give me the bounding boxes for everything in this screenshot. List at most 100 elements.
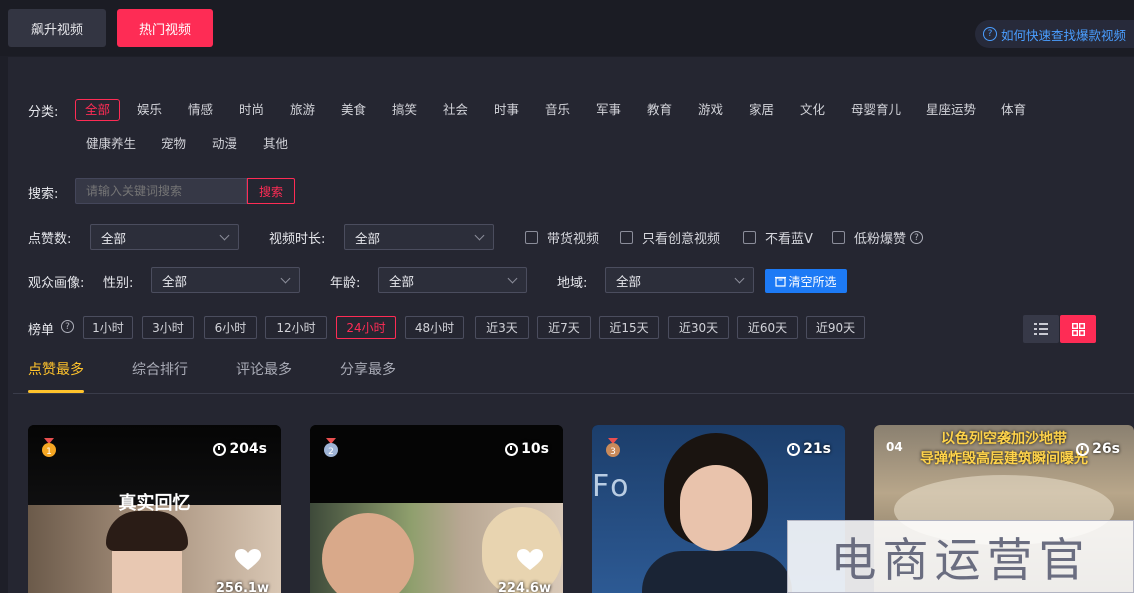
likes-select[interactable]: 全部 (90, 224, 239, 250)
age-select-value: 全部 (389, 273, 415, 289)
hair-shape (106, 511, 188, 551)
grid-view-button[interactable] (1060, 315, 1096, 343)
chevron-down-icon (734, 273, 745, 284)
category-item[interactable]: 时事 (494, 99, 519, 121)
card-top-bg (310, 425, 563, 503)
silver-medal-icon: 2 (324, 438, 338, 457)
category-item[interactable]: 游戏 (698, 99, 723, 121)
category-item[interactable]: 星座运势 (926, 99, 976, 121)
audience-label: 观众画像: (28, 276, 85, 291)
checkbox-box[interactable] (620, 231, 633, 244)
duration-select-value: 全部 (355, 230, 381, 246)
gold-medal-icon: 1 (42, 438, 56, 457)
help-link[interactable]: ? 如何快速查找爆款视频 (974, 20, 1134, 48)
question-icon[interactable]: ? (910, 231, 924, 244)
checkbox-label: 带货视频 (547, 232, 600, 247)
region-select-value: 全部 (616, 273, 642, 289)
stopwatch-icon (1076, 442, 1090, 456)
list-view-button[interactable] (1023, 315, 1059, 343)
sort-tab-overall[interactable]: 综合排行 (132, 359, 188, 379)
period-button[interactable]: 近30天 (668, 316, 729, 339)
video-likes: 224.6w (497, 581, 551, 593)
help-link-label: 如何快速查找爆款视频 (1000, 27, 1126, 43)
video-card-1[interactable]: 真实回忆 1 204s 256.1w (28, 425, 281, 593)
checkbox-label: 只看创意视频 (642, 232, 721, 247)
duration-label: 视频时长: (269, 232, 326, 247)
period-button[interactable]: 6小时 (204, 316, 257, 339)
category-item[interactable]: 情感 (188, 99, 213, 121)
list-icon (1034, 323, 1048, 335)
category-item[interactable]: 全部 (75, 99, 121, 121)
rank-number: 04 (886, 440, 903, 454)
video-duration: 10s (505, 441, 549, 457)
category-item[interactable]: 健康养生 (86, 133, 136, 155)
tab-rising-videos[interactable]: 飙升视频 (8, 9, 106, 47)
rank-list-label: 榜单 (28, 323, 55, 338)
sort-tab-most-shares[interactable]: 分享最多 (340, 359, 396, 379)
category-item[interactable]: 音乐 (545, 99, 570, 121)
sort-tab-most-likes[interactable]: 点赞最多 (28, 359, 84, 379)
chevron-down-icon (219, 230, 230, 241)
category-label: 分类: (28, 105, 59, 120)
checkbox-commerce-videos[interactable]: 带货视频 (525, 228, 599, 247)
question-icon[interactable]: ? (61, 320, 74, 333)
category-item[interactable]: 社会 (443, 99, 468, 121)
category-item[interactable]: 文化 (800, 99, 825, 121)
checkbox-creative-only[interactable]: 只看创意视频 (620, 228, 720, 247)
category-item[interactable]: 搞笑 (392, 99, 417, 121)
clear-selection-button[interactable]: 清空所选 (765, 269, 847, 293)
category-item[interactable]: 美食 (341, 99, 366, 121)
age-select[interactable]: 全部 (378, 267, 527, 293)
period-button[interactable]: 3小时 (142, 316, 194, 339)
video-duration: 21s (787, 441, 831, 457)
checkbox-box[interactable] (525, 231, 538, 244)
search-input[interactable] (75, 178, 247, 204)
clear-selection-label: 清空所选 (788, 274, 837, 289)
category-item[interactable]: 娱乐 (137, 99, 162, 121)
category-item[interactable]: 时尚 (239, 99, 264, 121)
face-shape (680, 465, 752, 551)
period-button[interactable]: 近7天 (537, 316, 591, 339)
region-select[interactable]: 全部 (605, 267, 754, 293)
category-item[interactable]: 宠物 (161, 133, 186, 155)
period-button[interactable]: 近60天 (737, 316, 798, 339)
checkbox-box[interactable] (743, 231, 756, 244)
watermark: 电商运营官 (787, 520, 1134, 593)
period-button[interactable]: 1小时 (83, 316, 133, 339)
tab-hot-videos[interactable]: 热门视频 (117, 9, 213, 47)
svg-text:2: 2 (328, 447, 334, 457)
question-icon: ? (982, 27, 997, 41)
duration-select[interactable]: 全部 (344, 224, 494, 250)
category-item[interactable]: 体育 (1001, 99, 1026, 121)
period-button[interactable]: 近3天 (475, 316, 529, 339)
sort-tab-most-comments[interactable]: 评论最多 (236, 359, 292, 379)
video-likes: 256.1w (215, 581, 269, 593)
video-caption: 真实回忆 (118, 493, 191, 514)
category-item[interactable]: 军事 (596, 99, 621, 121)
category-item[interactable]: 母婴育儿 (851, 99, 901, 121)
gender-select[interactable]: 全部 (151, 267, 300, 293)
category-item[interactable]: 教育 (647, 99, 672, 121)
period-button[interactable]: 12小时 (265, 316, 327, 339)
video-card-2[interactable]: 2 10s 224.6w (310, 425, 563, 593)
period-button[interactable]: 48小时 (405, 316, 464, 339)
heart-icon[interactable] (517, 549, 543, 571)
checkbox-low-fans-viral[interactable]: 低粉爆赞 ? (832, 228, 924, 247)
checkbox-box[interactable] (832, 231, 845, 244)
search-button[interactable]: 搜索 (247, 178, 295, 204)
category-item[interactable]: 家居 (749, 99, 774, 121)
age-label: 年龄: (330, 276, 361, 291)
gender-select-value: 全部 (162, 273, 188, 289)
category-item[interactable]: 动漫 (212, 133, 237, 155)
heart-icon[interactable] (235, 549, 261, 571)
period-button[interactable]: 近15天 (599, 316, 659, 339)
checkbox-hide-blue-v[interactable]: 不看蓝V (743, 228, 813, 247)
search-label: 搜索: (28, 187, 59, 202)
bronze-medal-icon: 3 (606, 438, 620, 457)
gender-label: 性别: (103, 276, 134, 291)
period-button[interactable]: 24小时 (336, 316, 396, 339)
stopwatch-icon (787, 442, 801, 456)
category-item[interactable]: 其他 (263, 133, 288, 155)
category-item[interactable]: 旅游 (290, 99, 315, 121)
period-button[interactable]: 近90天 (806, 316, 865, 339)
